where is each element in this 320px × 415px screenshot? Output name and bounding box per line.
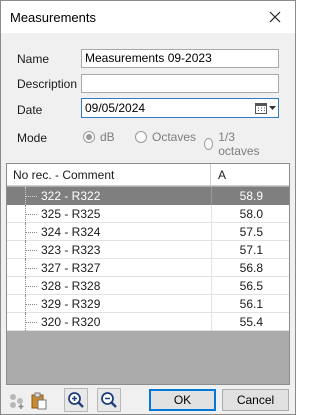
cell-divider	[211, 313, 212, 331]
table-row[interactable]: 323 - R323 57.1	[7, 241, 289, 259]
cell-divider	[211, 295, 212, 313]
tree-branch	[25, 322, 37, 323]
description-label: Description	[17, 77, 78, 91]
description-field[interactable]	[81, 74, 279, 93]
cell-divider	[211, 187, 212, 205]
close-icon	[269, 11, 281, 23]
table-row[interactable]: 328 - R328 56.5	[7, 277, 289, 295]
cell-divider	[211, 205, 212, 223]
table-row[interactable]: 324 - R324 57.5	[7, 223, 289, 241]
mode-option-label: 1/3 octaves	[218, 130, 260, 158]
cell-divider	[211, 241, 212, 259]
cell-divider	[211, 277, 212, 295]
radio-unchecked-icon	[135, 131, 147, 143]
name-label: Name	[17, 52, 50, 66]
cancel-button[interactable]: Cancel	[222, 389, 289, 411]
mode-option-label: dB	[100, 130, 115, 144]
add-icon	[10, 394, 24, 409]
measurements-grid: No rec. - Comment A 322 - R322 58.9 325 - …	[6, 163, 290, 385]
chevron-down-icon	[268, 106, 276, 110]
radio-checked-icon	[83, 131, 95, 143]
row-a-value: 57.5	[239, 225, 263, 239]
cell-divider	[211, 223, 212, 241]
row-a-value: 58.9	[239, 189, 263, 203]
row-comment: 324 - R324	[41, 225, 101, 239]
zoom-in-icon	[68, 392, 84, 408]
footer-toolbar: OK Cancel	[1, 387, 295, 414]
row-a-value: 58.0	[239, 207, 263, 221]
mode-label: Mode	[17, 131, 48, 145]
measurements-dialog: Measurements Name Measurements 09-2023 D…	[0, 0, 296, 415]
row-comment: 322 - R322	[41, 189, 101, 203]
table-row[interactable]: 320 - R320 55.4	[7, 313, 289, 331]
row-comment: 328 - R328	[41, 279, 101, 293]
grid-rows: 322 - R322 58.9 325 - R325 58.0 324 - R324 57…	[7, 187, 289, 331]
paste-button[interactable]	[29, 391, 49, 411]
row-comment: 325 - R325	[41, 207, 101, 221]
row-a-value: 56.5	[239, 279, 263, 293]
column-header-a[interactable]: A	[212, 164, 232, 186]
tree-branch	[25, 286, 37, 287]
date-value: 09/05/2024	[85, 101, 146, 115]
column-header-comment[interactable]: No rec. - Comment	[7, 164, 211, 186]
date-picker[interactable]: 09/05/2024	[81, 98, 279, 118]
cell-divider	[211, 259, 212, 277]
zoom-out-icon	[101, 392, 117, 408]
row-comment: 329 - R329	[41, 297, 101, 311]
form-panel: Name Measurements 09-2023 Description Da…	[1, 33, 295, 159]
row-comment: 320 - R320	[41, 315, 101, 329]
add-button[interactable]	[7, 391, 27, 411]
calendar-icon	[254, 102, 267, 114]
tree-branch	[25, 250, 37, 251]
calendar-dropdown-button[interactable]	[254, 100, 276, 116]
date-label: Date	[17, 103, 43, 117]
tree-branch	[25, 214, 37, 215]
mode-radio-octaves[interactable]: Octaves	[135, 130, 196, 144]
close-button[interactable]	[255, 1, 295, 33]
zoom-out-button[interactable]	[97, 388, 121, 412]
row-a-value: 57.1	[239, 243, 263, 257]
row-comment: 323 - R323	[41, 243, 101, 257]
row-a-value: 56.1	[239, 297, 263, 311]
tree-branch	[25, 304, 37, 305]
title-bar: Measurements	[1, 1, 295, 33]
tree-branch	[25, 196, 37, 197]
table-row[interactable]: 327 - R327 56.8	[7, 259, 289, 277]
paste-icon	[31, 392, 47, 410]
window-title: Measurements	[10, 10, 96, 25]
mode-option-label: Octaves	[152, 130, 197, 144]
radio-unchecked-icon	[204, 138, 214, 150]
row-a-value: 56.8	[239, 261, 263, 275]
table-row[interactable]: 329 - R329 56.1	[7, 295, 289, 313]
tree-branch	[25, 268, 37, 269]
row-comment: 327 - R327	[41, 261, 101, 275]
tree-branch	[25, 232, 37, 233]
row-a-value: 55.4	[239, 315, 263, 329]
table-row[interactable]: 322 - R322 58.9	[7, 187, 289, 205]
name-field[interactable]: Measurements 09-2023	[81, 49, 279, 68]
table-row[interactable]: 325 - R325 58.0	[7, 205, 289, 223]
zoom-in-button[interactable]	[64, 388, 88, 412]
grid-header: No rec. - Comment A	[7, 164, 289, 186]
ok-button[interactable]: OK	[149, 389, 216, 411]
mode-radio-db[interactable]: dB	[83, 130, 115, 144]
mode-radio-third-octaves[interactable]: 1/3 octaves	[204, 130, 262, 158]
